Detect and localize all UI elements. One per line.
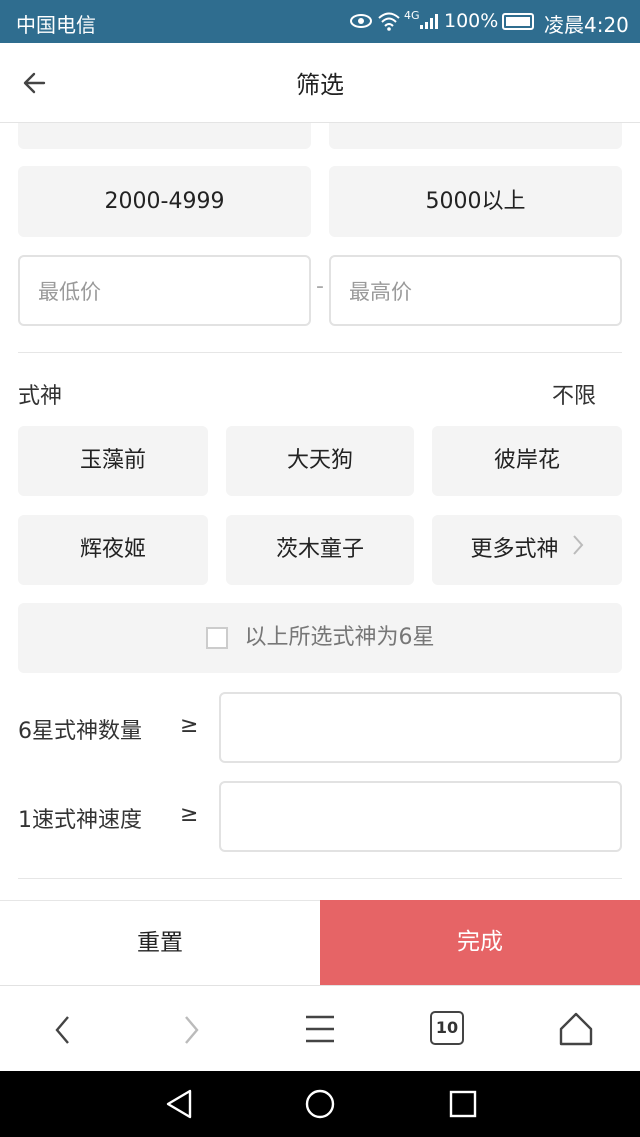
battery-percent: 100% [444, 10, 499, 32]
shikigami-option[interactable]: 辉夜姬 [18, 515, 208, 585]
max-price-input[interactable]: 最高价 [329, 255, 622, 326]
browser-forward-icon[interactable] [180, 1014, 202, 1050]
tabs-count-icon[interactable]: 10 [430, 1011, 464, 1045]
shikigami-option[interactable]: 彼岸花 [432, 426, 622, 496]
six-star-count-input[interactable] [219, 692, 622, 763]
gte-symbol: ≥ [180, 713, 199, 738]
checkbox[interactable] [205, 627, 228, 649]
section-divider [18, 878, 622, 879]
menu-icon[interactable] [304, 1013, 336, 1049]
shikigami-option[interactable]: 茨木童子 [226, 515, 414, 585]
more-shikigami-button[interactable]: 更多式神 [432, 515, 622, 585]
browser-back-icon[interactable] [52, 1014, 74, 1050]
speed-input[interactable] [219, 781, 622, 852]
shikigami-option[interactable]: 玉藻前 [18, 426, 208, 496]
page-header: 筛选 [0, 43, 640, 123]
page-title: 筛选 [296, 71, 344, 99]
six-star-checkbox-row[interactable]: 以上所选式神为6星 [18, 603, 622, 673]
price-option-partial[interactable] [18, 123, 311, 149]
speed-label: 1速式神速度 [18, 808, 142, 833]
done-button[interactable]: 完成 [320, 900, 640, 985]
nav-recent-apps-icon[interactable] [449, 1090, 477, 1122]
battery-icon [502, 13, 534, 30]
six-star-count-label: 6星式神数量 [18, 719, 142, 744]
shikigami-label: 式神 [18, 384, 63, 409]
reset-button[interactable]: 重置 [0, 900, 320, 985]
system-navigation-bar [0, 1071, 640, 1137]
price-range-separator: - [316, 274, 324, 299]
six-star-checkbox-label: 以上所选式神为6星 [244, 625, 435, 650]
wifi-icon [377, 11, 401, 35]
price-option[interactable]: 2000-4999 [18, 166, 311, 237]
price-option[interactable]: 5000以上 [329, 166, 622, 237]
shikigami-option[interactable]: 大天狗 [226, 426, 414, 496]
chevron-right-icon [572, 515, 584, 585]
min-price-input[interactable]: 最低价 [18, 255, 311, 326]
more-shikigami-label: 更多式神 [470, 537, 559, 562]
carrier-label: 中国电信 [16, 13, 96, 37]
price-option-partial[interactable] [329, 123, 622, 149]
shikigami-unlimited-option[interactable]: 不限 [552, 378, 596, 410]
nav-back-icon[interactable] [164, 1088, 194, 1124]
status-bar: 中国电信 4G 100% 凌晨4:20 [0, 0, 640, 43]
clock: 凌晨4:20 [544, 13, 629, 37]
network-type-label: 4G [404, 9, 420, 22]
section-divider [18, 352, 622, 353]
eye-icon [350, 12, 372, 34]
home-icon[interactable] [557, 1010, 595, 1052]
gte-symbol: ≥ [180, 802, 199, 827]
nav-home-icon[interactable] [304, 1088, 336, 1124]
browser-toolbar: 10 [0, 985, 640, 1071]
signal-icon [419, 12, 441, 34]
